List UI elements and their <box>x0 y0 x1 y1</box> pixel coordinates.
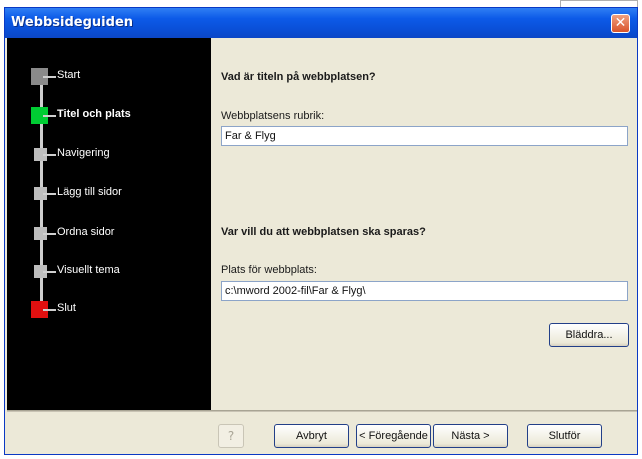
help-icon: ? <box>227 429 235 443</box>
step-connector <box>43 115 56 117</box>
close-button[interactable]: ✕ <box>611 14 630 33</box>
step-label: Navigering <box>57 147 110 159</box>
step-connector <box>43 233 56 235</box>
next-button[interactable]: Nästa > <box>433 424 508 448</box>
title-question: Vad är titeln på webbplatsen? <box>221 71 376 83</box>
background-window-edge <box>560 0 638 7</box>
help-button[interactable]: ? <box>218 424 244 448</box>
step-label: Visuellt tema <box>57 264 120 276</box>
close-icon: ✕ <box>614 15 627 31</box>
footer-divider <box>7 410 637 412</box>
step-label: Ordna sidor <box>57 226 115 238</box>
location-question: Var vill du att webbplatsen ska sparas? <box>221 226 426 238</box>
wizard-content: Vad är titeln på webbplatsen? Webbplatse… <box>211 38 637 410</box>
site-title-input[interactable]: Far & Flyg <box>221 126 628 146</box>
step-label: Lägg till sidor <box>57 186 122 198</box>
step-title-and-location[interactable]: Titel och plats <box>7 106 211 128</box>
step-connector <box>43 193 56 195</box>
previous-button[interactable]: < Föregående <box>356 424 431 448</box>
step-visual-theme[interactable]: Visuellt tema <box>7 262 211 284</box>
finish-button[interactable]: Slutför <box>527 424 602 448</box>
step-navigation[interactable]: Navigering <box>7 145 211 167</box>
steps-sidebar: Start Titel och plats Navigering Lägg ti… <box>7 38 211 410</box>
step-label: Slut <box>57 302 76 314</box>
step-connector <box>43 271 56 273</box>
step-label: Titel och plats <box>57 108 131 120</box>
title-field-label: Webbplatsens rubrik: <box>221 110 325 122</box>
step-add-pages[interactable]: Lägg till sidor <box>7 184 211 206</box>
step-finish[interactable]: Slut <box>7 300 211 322</box>
title-bar[interactable]: Webbsideguiden ✕ <box>5 8 637 38</box>
step-connector <box>43 309 56 311</box>
step-label: Start <box>57 69 81 81</box>
step-connector <box>43 154 56 156</box>
step-connector <box>43 76 56 78</box>
site-location-input[interactable]: c:\mword 2002-fil\Far & Flyg\ <box>221 281 628 301</box>
step-start[interactable]: Start <box>7 67 211 89</box>
step-organize-pages[interactable]: Ordna sidor <box>7 224 211 246</box>
wizard-window: Webbsideguiden ✕ Start Titel och plats N… <box>4 7 638 455</box>
browse-button[interactable]: Bläddra... <box>549 323 629 347</box>
cancel-button[interactable]: Avbryt <box>274 424 349 448</box>
window-title: Webbsideguiden <box>11 15 134 30</box>
location-field-label: Plats för webbplats: <box>221 264 317 276</box>
